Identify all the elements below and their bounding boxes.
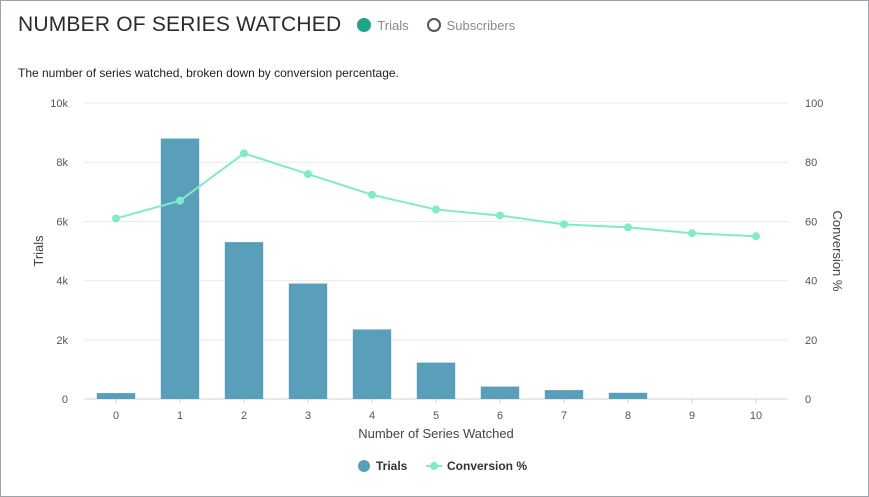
bar[interactable] <box>544 390 584 399</box>
x-tick-label: 5 <box>433 410 439 422</box>
x-tick-label: 6 <box>497 410 503 422</box>
series-line-conversion <box>115 152 757 238</box>
bar[interactable] <box>608 392 648 399</box>
y-tick-label: 0 <box>62 394 68 406</box>
bar[interactable] <box>96 393 136 399</box>
y-tick-label: 4k <box>56 276 68 288</box>
line-point[interactable] <box>688 229 696 238</box>
combo-chart: 0 0 2k 20 4k 40 6k 60 8k 80 10k 100 0 1 2 3 4 5 6 7 8 9 10 Numb… <box>31 98 845 473</box>
x-tick-label: 8 <box>625 410 631 422</box>
line-point[interactable] <box>368 190 376 199</box>
x-tick-label: 4 <box>369 410 375 422</box>
x-tick-label: 9 <box>689 410 695 422</box>
y2-tick-label: 60 <box>805 216 817 228</box>
bar[interactable] <box>224 242 264 399</box>
y2-axis-title: Conversion % <box>830 211 845 292</box>
line-point[interactable] <box>112 214 120 223</box>
line-point[interactable] <box>624 223 632 232</box>
y-tick-label: 6k <box>56 216 68 228</box>
x-tick-label: 2 <box>241 410 247 422</box>
y2-tick-label: 40 <box>805 276 817 288</box>
x-tick-label: 0 <box>113 410 119 422</box>
legend-trials-label: Trials <box>376 459 408 473</box>
y2-tick-label: 0 <box>805 394 811 406</box>
line-point[interactable] <box>240 149 248 158</box>
bar[interactable] <box>160 138 200 399</box>
y-tick-label: 2k <box>56 335 68 347</box>
line-point[interactable] <box>752 232 760 241</box>
legend-conversion-label: Conversion % <box>447 459 527 473</box>
bar[interactable] <box>416 362 456 399</box>
y-axis-title: Trials <box>31 235 46 267</box>
bar[interactable] <box>352 329 392 399</box>
legend-conversion-marker[interactable] <box>430 462 438 470</box>
line-point[interactable] <box>304 170 312 179</box>
bar[interactable] <box>288 283 328 399</box>
line-point[interactable] <box>432 205 440 214</box>
bar[interactable] <box>480 386 520 399</box>
line-point[interactable] <box>496 211 504 220</box>
x-tick-label: 1 <box>177 410 183 422</box>
y2-tick-label: 20 <box>805 335 817 347</box>
y2-tick-label: 80 <box>805 157 817 169</box>
y-tick-label: 8k <box>56 157 68 169</box>
line-point[interactable] <box>560 220 568 229</box>
x-tick-label: 3 <box>305 410 311 422</box>
y-tick-label: 10k <box>50 98 68 110</box>
x-tick-label: 10 <box>750 410 762 422</box>
line-point[interactable] <box>176 196 184 205</box>
y2-tick-label: 100 <box>805 98 823 110</box>
x-axis-title: Number of Series Watched <box>358 426 514 441</box>
x-tick-label: 7 <box>561 410 567 422</box>
legend-trials-marker[interactable] <box>358 460 370 472</box>
